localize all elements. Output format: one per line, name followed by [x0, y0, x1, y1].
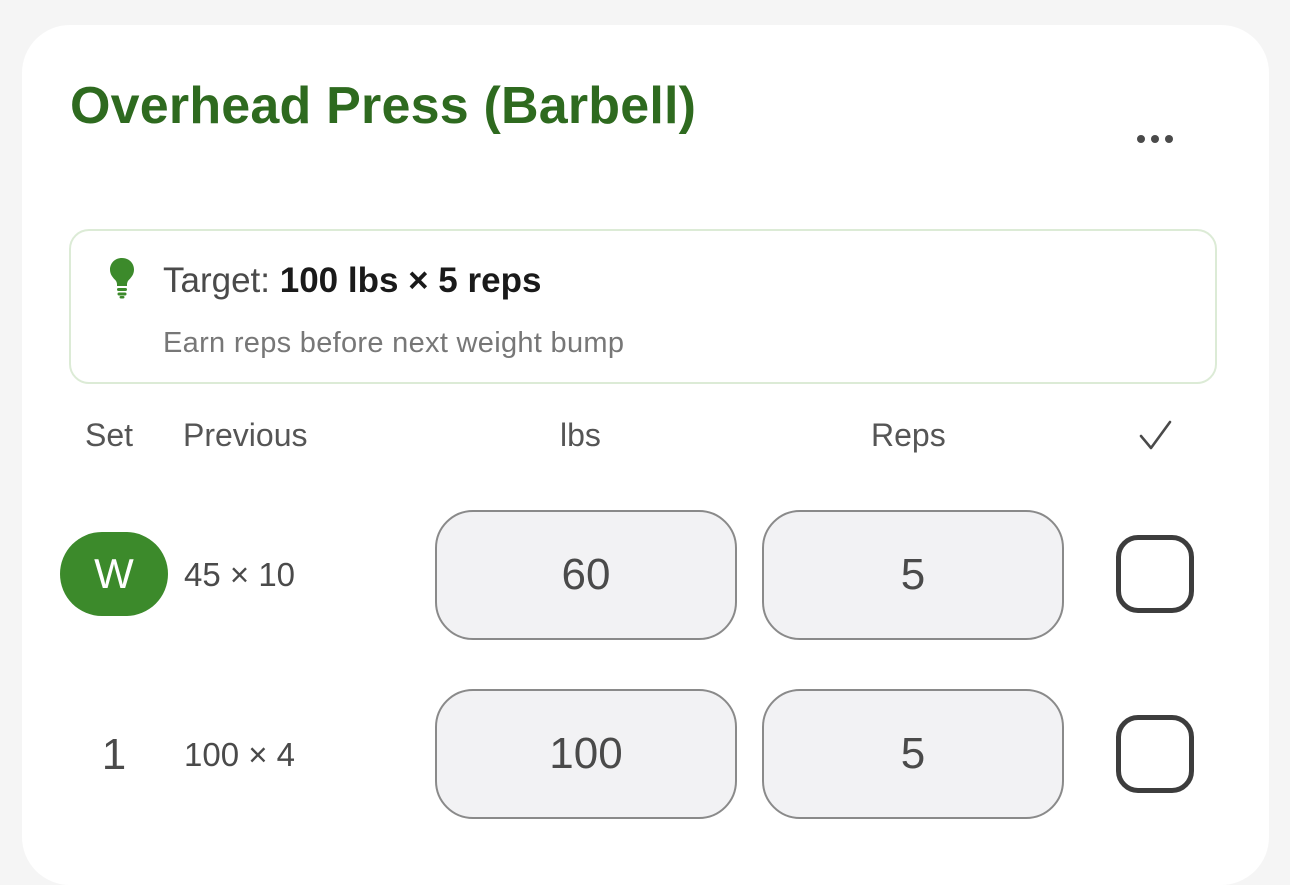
set-number[interactable]: 1	[60, 730, 168, 780]
column-header-set: Set	[85, 417, 134, 453]
more-options-button[interactable]	[1120, 117, 1190, 161]
target-value: 100 lbs × 5 reps	[279, 261, 542, 300]
set-complete-checkbox[interactable]	[1116, 715, 1194, 793]
previous-value[interactable]: 100 × 4	[184, 736, 295, 774]
lightbulb-icon	[110, 258, 134, 299]
column-header-previous: Previous	[183, 417, 308, 453]
lbs-input[interactable]: 100	[435, 689, 737, 819]
reps-input[interactable]: 5	[762, 510, 1064, 640]
more-horizontal-icon	[1137, 135, 1145, 143]
column-header-lbs: lbs	[560, 417, 601, 453]
target-label: Target:	[163, 261, 270, 300]
target-line: Target: 100 lbs × 5 reps	[163, 261, 541, 301]
lbs-input[interactable]: 60	[435, 510, 737, 640]
target-banner: Target: 100 lbs × 5 reps Earn reps befor…	[69, 229, 1217, 384]
exercise-title[interactable]: Overhead Press (Barbell)	[70, 75, 696, 137]
reps-input[interactable]: 5	[762, 689, 1064, 819]
more-dot	[1165, 135, 1173, 143]
warmup-set-badge[interactable]: W	[60, 532, 168, 616]
more-dot	[1151, 135, 1159, 143]
exercise-card: Overhead Press (Barbell) Target: 100 lbs…	[22, 25, 1269, 885]
checkmark-icon	[1139, 420, 1172, 450]
set-complete-checkbox[interactable]	[1116, 535, 1194, 613]
target-subtitle: Earn reps before next weight bump	[163, 327, 625, 359]
column-header-reps: Reps	[871, 417, 946, 453]
previous-value[interactable]: 45 × 10	[184, 556, 295, 594]
